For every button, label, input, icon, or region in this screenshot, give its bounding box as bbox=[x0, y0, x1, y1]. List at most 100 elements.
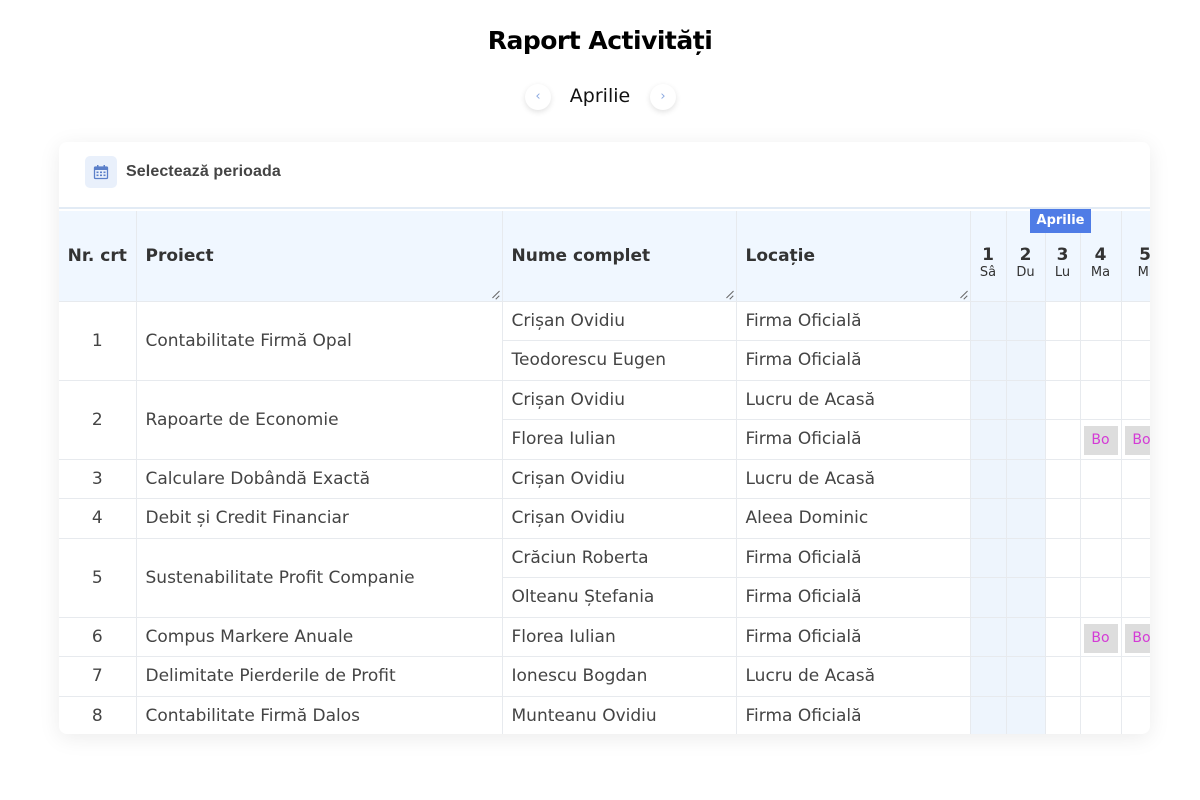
day-cell[interactable] bbox=[970, 498, 1007, 539]
project-cell: Compus Markere Anuale bbox=[136, 617, 503, 657]
employee-name-cell: Crișan Ovidiu bbox=[502, 301, 737, 341]
day-cell[interactable] bbox=[1006, 459, 1046, 499]
day-cell[interactable] bbox=[1006, 617, 1046, 657]
day-cell[interactable] bbox=[1121, 380, 1150, 420]
day-cell[interactable] bbox=[970, 419, 1007, 460]
day-cell[interactable] bbox=[1006, 538, 1046, 578]
day-cell[interactable]: Bo bbox=[1121, 419, 1150, 460]
day-cell[interactable] bbox=[1045, 656, 1081, 697]
day-cell[interactable] bbox=[1045, 380, 1081, 420]
resize-handle-icon[interactable] bbox=[726, 291, 734, 299]
employee-name-cell: Florea Iulian bbox=[502, 419, 737, 460]
day-cell[interactable] bbox=[1045, 577, 1081, 618]
day-cell[interactable] bbox=[1045, 696, 1081, 734]
day-cell[interactable] bbox=[1006, 380, 1046, 420]
day-cell[interactable] bbox=[970, 301, 1007, 341]
day-cell[interactable] bbox=[970, 538, 1007, 578]
day-cell[interactable] bbox=[1045, 498, 1081, 539]
select-period-button[interactable]: Selectează perioada bbox=[85, 156, 281, 188]
day-cell[interactable] bbox=[1045, 538, 1081, 578]
table-row: 8 Contabilitate Firmă Dalos Munteanu Ovi… bbox=[59, 696, 1150, 734]
chevron-right-icon[interactable]: › bbox=[650, 84, 676, 110]
day-cell[interactable] bbox=[970, 577, 1007, 618]
day-cell[interactable] bbox=[970, 656, 1007, 697]
day-cell[interactable] bbox=[1121, 696, 1150, 734]
day-cell[interactable] bbox=[1045, 617, 1081, 657]
employee-name-cell: Florea Iulian bbox=[502, 617, 737, 657]
day-cell[interactable] bbox=[1121, 656, 1150, 697]
select-period-label: Selectează perioada bbox=[126, 163, 281, 180]
location-cell: Lucru de Acasă bbox=[736, 380, 971, 420]
row-number: 7 bbox=[59, 656, 137, 697]
day-cell[interactable] bbox=[1006, 498, 1046, 539]
location-cell: Firma Oficială bbox=[736, 419, 971, 460]
location-cell: Firma Oficială bbox=[736, 696, 971, 734]
leave-badge[interactable]: Bo bbox=[1124, 623, 1150, 653]
chevron-left-icon[interactable]: ‹ bbox=[525, 84, 551, 110]
day-cell[interactable] bbox=[1080, 696, 1122, 734]
day-cell[interactable] bbox=[1006, 301, 1046, 341]
resize-handle-icon[interactable] bbox=[960, 291, 968, 299]
day-cell[interactable] bbox=[1045, 340, 1081, 381]
day-cell[interactable] bbox=[1080, 380, 1122, 420]
leave-badge[interactable]: Bo bbox=[1124, 426, 1150, 455]
day-cell[interactable] bbox=[1080, 498, 1122, 539]
day-cell[interactable] bbox=[1006, 656, 1046, 697]
day-cell[interactable]: Bo bbox=[1080, 419, 1122, 460]
location-cell: Firma Oficială bbox=[736, 538, 971, 578]
project-cell: Calculare Dobândă Exactă bbox=[136, 459, 503, 499]
column-header-project[interactable]: Proiect bbox=[136, 211, 503, 302]
day-cell[interactable] bbox=[1121, 538, 1150, 578]
day-cell[interactable] bbox=[970, 459, 1007, 499]
day-cell[interactable]: Bo bbox=[1080, 617, 1122, 657]
location-cell: Firma Oficială bbox=[736, 617, 971, 657]
column-header-location[interactable]: Locație bbox=[736, 211, 971, 302]
project-cell: Contabilitate Firmă Dalos bbox=[136, 696, 503, 734]
table-row: 5 Sustenabilitate Profit Companie Crăciu… bbox=[59, 538, 1150, 618]
day-cell[interactable] bbox=[970, 380, 1007, 420]
row-number: 3 bbox=[59, 459, 137, 499]
day-cell[interactable] bbox=[1006, 696, 1046, 734]
day-cell[interactable] bbox=[970, 617, 1007, 657]
leave-badge[interactable]: Bo bbox=[1083, 426, 1118, 455]
day-cell[interactable] bbox=[1045, 301, 1081, 341]
day-cell[interactable] bbox=[1121, 301, 1150, 341]
day-cell[interactable]: Bo bbox=[1121, 617, 1150, 657]
project-cell: Rapoarte de Economie bbox=[136, 380, 503, 460]
day-cell[interactable] bbox=[1006, 419, 1046, 460]
day-cell[interactable] bbox=[1045, 459, 1081, 499]
row-number: 6 bbox=[59, 617, 137, 657]
day-cell[interactable] bbox=[1080, 656, 1122, 697]
project-cell: Contabilitate Firmă Opal bbox=[136, 301, 503, 381]
day-cell[interactable] bbox=[1080, 577, 1122, 618]
location-cell: Firma Oficială bbox=[736, 301, 971, 341]
day-cell[interactable] bbox=[1121, 577, 1150, 618]
location-cell: Firma Oficială bbox=[736, 340, 971, 381]
day-cell[interactable] bbox=[1080, 459, 1122, 499]
day-cell[interactable] bbox=[1121, 340, 1150, 381]
day-cell[interactable] bbox=[1080, 340, 1122, 381]
day-cell[interactable] bbox=[970, 696, 1007, 734]
resize-handle-icon[interactable] bbox=[492, 291, 500, 299]
location-cell: Firma Oficială bbox=[736, 577, 971, 618]
day-cell[interactable] bbox=[1006, 577, 1046, 618]
column-header-name[interactable]: Nume complet bbox=[502, 211, 737, 302]
day-cell[interactable] bbox=[1121, 498, 1150, 539]
day-cell[interactable] bbox=[1045, 419, 1081, 460]
day-cell[interactable] bbox=[1121, 459, 1150, 499]
day-cell[interactable] bbox=[970, 340, 1007, 381]
employee-name-cell: Crișan Ovidiu bbox=[502, 380, 737, 420]
column-header-location-label: Locație bbox=[745, 245, 816, 266]
employee-name-cell: Crăciun Roberta bbox=[502, 538, 737, 578]
leave-badge[interactable]: Bo bbox=[1083, 623, 1118, 653]
location-cell: Aleea Dominic bbox=[736, 498, 971, 539]
day-cell[interactable] bbox=[1006, 340, 1046, 381]
month-navigator: ‹ Aprilie › bbox=[0, 82, 1200, 112]
column-header-project-label: Proiect bbox=[145, 245, 214, 266]
calendar-icon bbox=[85, 156, 117, 188]
day-cell[interactable] bbox=[1080, 301, 1122, 341]
location-cell: Lucru de Acasă bbox=[736, 656, 971, 697]
employee-name-cell: Munteanu Ovidiu bbox=[502, 696, 737, 734]
day-cell[interactable] bbox=[1080, 538, 1122, 578]
page-title: Raport Activități bbox=[487, 26, 713, 55]
